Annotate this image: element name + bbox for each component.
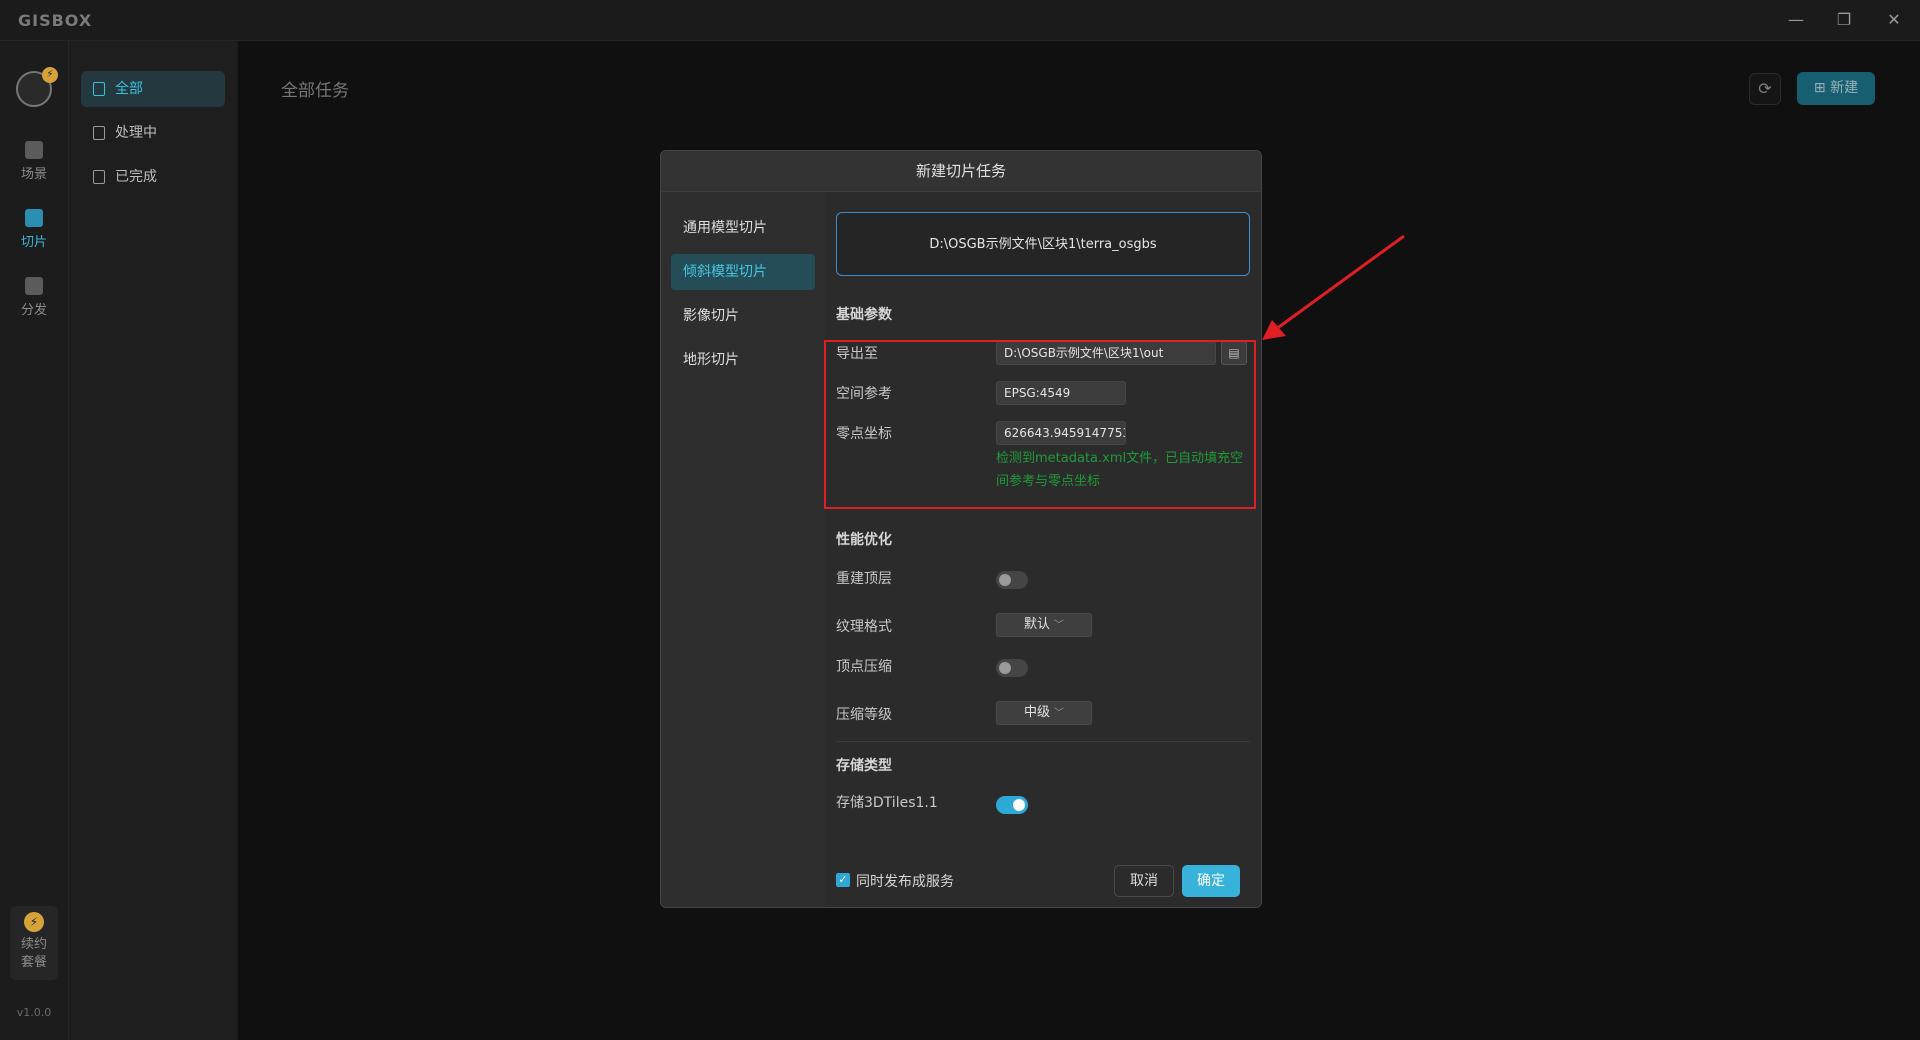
source-path-dropzone[interactable]: D:\OSGB示例文件\区块1\terra_osgbs	[836, 212, 1250, 276]
vertex-compress-toggle[interactable]	[996, 659, 1028, 677]
task-filter-sidebar: 全部 处理中 已完成	[69, 41, 238, 1040]
toggle-knob	[999, 662, 1011, 674]
restore-icon[interactable]: ❐	[1826, 6, 1862, 34]
app-logo: GISBOX	[18, 11, 93, 30]
title-bar: GISBOX — ❐ ✕	[0, 0, 1920, 41]
nav-general-model[interactable]: 通用模型切片	[671, 210, 815, 246]
distribute-icon	[25, 277, 43, 295]
dialog-title: 新建切片任务	[661, 151, 1261, 192]
nav-oblique-model[interactable]: 倾斜模型切片	[671, 254, 815, 290]
file-icon	[93, 82, 105, 96]
file-icon	[93, 126, 105, 140]
rebuild-top-label: 重建顶层	[836, 571, 892, 587]
divider	[836, 741, 1250, 742]
compress-level-value: 中级	[1023, 705, 1050, 720]
compress-level-label: 压缩等级	[836, 707, 892, 723]
renew-plan-button[interactable]: ⚡ 续约 套餐	[10, 906, 58, 980]
rail-item-tiling[interactable]: 切片	[0, 209, 68, 250]
avatar-badge-icon: ⚡	[42, 67, 58, 83]
rebuild-top-toggle[interactable]	[996, 571, 1028, 589]
close-icon[interactable]: ✕	[1876, 6, 1912, 34]
new-tiling-task-dialog: 新建切片任务 通用模型切片 倾斜模型切片 影像切片 地形切片 D:\OSGB示例…	[660, 150, 1262, 908]
sidebar-item-label: 全部	[115, 81, 143, 97]
chevron-down-icon: ﹀	[1054, 708, 1064, 719]
toggle-knob	[999, 574, 1011, 586]
texture-format-label: 纹理格式	[836, 619, 892, 635]
sidebar-item-label: 处理中	[115, 125, 157, 141]
tile-icon	[25, 209, 43, 227]
basic-params-heading: 基础参数	[836, 307, 892, 323]
publish-label: 同时发布成服务	[856, 874, 954, 890]
annotation-arrow	[1262, 234, 1405, 340]
rail-item-label: 切片	[20, 235, 47, 250]
3dtiles-label: 存储3DTiles1.1	[836, 795, 938, 811]
chevron-down-icon: ﹀	[1054, 620, 1064, 631]
vertex-compress-label: 顶点压缩	[836, 659, 892, 675]
publish-checkbox[interactable]: ✓	[836, 873, 850, 887]
cancel-button[interactable]: 取消	[1114, 865, 1174, 897]
performance-heading: 性能优化	[836, 532, 892, 548]
dialog-body: D:\OSGB示例文件\区块1\terra_osgbs 基础参数 导出至 D:\…	[826, 192, 1261, 907]
sidebar-item-completed[interactable]: 已完成	[81, 159, 225, 195]
rail-item-label: 场景	[20, 167, 47, 182]
compress-level-select[interactable]: 中级 ﹀	[996, 701, 1092, 725]
home-icon	[25, 141, 43, 159]
sidebar-item-label: 已完成	[115, 169, 157, 185]
dialog-nav: 通用模型切片 倾斜模型切片 影像切片 地形切片	[661, 192, 825, 907]
bolt-icon: ⚡	[24, 912, 44, 932]
nav-imagery[interactable]: 影像切片	[671, 298, 815, 334]
version-label: v1.0.0	[16, 1006, 52, 1019]
3dtiles-toggle[interactable]	[996, 796, 1028, 814]
ok-button[interactable]: 确定	[1182, 865, 1240, 897]
rail-item-distribute[interactable]: 分发	[0, 277, 68, 318]
sidebar-item-all[interactable]: 全部	[81, 71, 225, 107]
nav-terrain[interactable]: 地形切片	[671, 342, 815, 378]
sidebar-item-processing[interactable]: 处理中	[81, 115, 225, 151]
texture-format-value: 默认	[1023, 617, 1050, 632]
renew-label-2: 套餐	[20, 955, 47, 970]
file-check-icon	[93, 170, 105, 184]
icon-rail: ⚡ 场景 切片 分发 ⚡ 续约 套餐 v1.0.0	[0, 41, 69, 1040]
toggle-knob	[1013, 799, 1025, 811]
rail-item-scene[interactable]: 场景	[0, 141, 68, 182]
storage-heading: 存储类型	[836, 758, 892, 774]
renew-label-1: 续约	[20, 937, 47, 952]
rail-item-label: 分发	[20, 303, 47, 318]
annotation-highlight-box	[824, 340, 1256, 509]
texture-format-select[interactable]: 默认 ﹀	[996, 613, 1092, 637]
minimize-icon[interactable]: —	[1778, 6, 1814, 34]
